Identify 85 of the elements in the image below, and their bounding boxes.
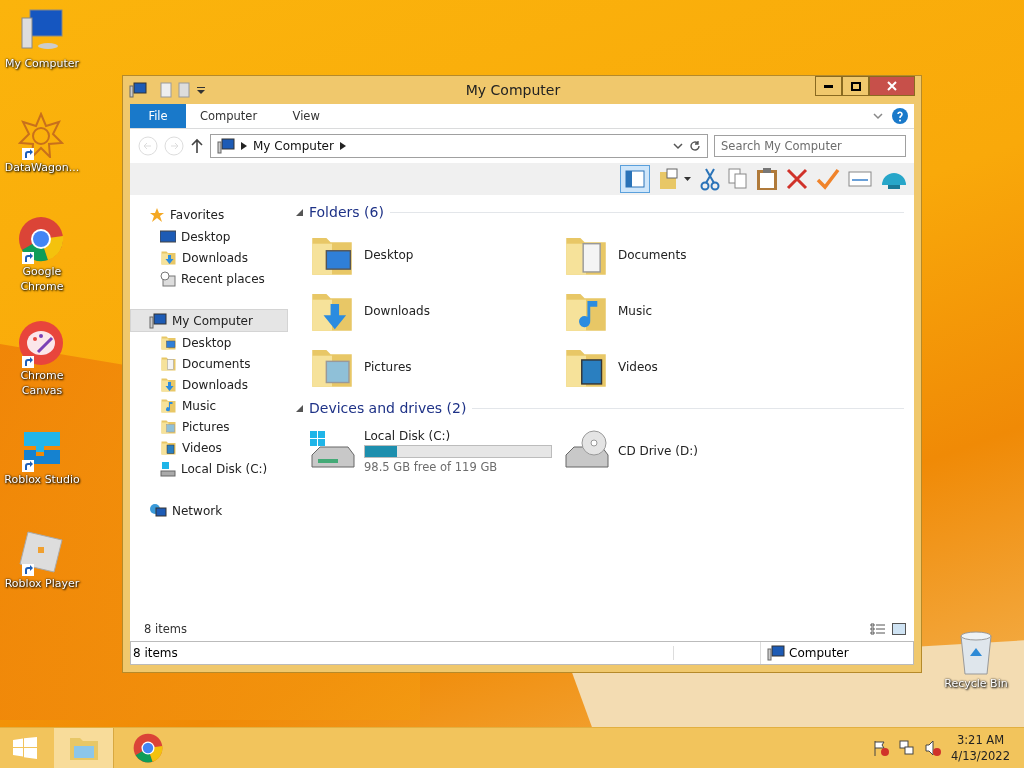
- collapse-arrow-icon[interactable]: [296, 404, 303, 412]
- collapse-arrow-icon[interactable]: [296, 208, 303, 216]
- copy-icon[interactable]: [728, 168, 748, 190]
- nav-item[interactable]: Videos: [130, 437, 288, 458]
- recent-places-icon: [160, 270, 176, 287]
- windows-logo-icon: [13, 737, 37, 759]
- drive-tile[interactable]: CD Drive (D:): [562, 423, 816, 479]
- star-pattern-icon: [18, 112, 64, 158]
- address-bar[interactable]: My Computer: [210, 134, 708, 158]
- nav-item[interactable]: Desktop: [130, 226, 288, 247]
- status-location: Computer: [761, 645, 913, 661]
- computer-icon: [149, 312, 167, 329]
- folder-tile[interactable]: Desktop: [308, 227, 562, 283]
- nav-item[interactable]: Downloads: [130, 247, 288, 268]
- folder-tile[interactable]: Music: [562, 283, 816, 339]
- folder-tile[interactable]: Videos: [562, 339, 816, 395]
- folder-icon: [160, 249, 177, 266]
- refresh-icon[interactable]: [689, 140, 701, 152]
- card-icon[interactable]: [848, 170, 872, 188]
- flag-icon[interactable]: [873, 740, 890, 756]
- preview-pane-icon[interactable]: [620, 165, 650, 193]
- minimize-icon: [824, 84, 833, 88]
- ribbon-tab[interactable]: Computer: [186, 104, 272, 128]
- maximize-button[interactable]: [842, 76, 869, 96]
- nav-item[interactable]: Pictures: [130, 416, 288, 437]
- breadcrumb-arrow-icon: [339, 142, 346, 150]
- computer-icon: [217, 138, 235, 154]
- recycle-bin-icon: [958, 630, 994, 676]
- delete-icon[interactable]: [786, 168, 808, 190]
- clipboard-icon[interactable]: [756, 167, 778, 191]
- chevron-down-icon[interactable]: [673, 142, 683, 150]
- close-icon: [887, 81, 897, 91]
- scissors-icon[interactable]: [700, 167, 720, 191]
- speaker-muted-icon[interactable]: [925, 740, 942, 756]
- close-button[interactable]: [869, 76, 915, 96]
- monitor-icon: [160, 229, 176, 244]
- clock[interactable]: 3:21 AM 4/13/2022: [951, 732, 1010, 764]
- details-view-icon[interactable]: [870, 623, 886, 635]
- large-icons-view-icon[interactable]: [892, 623, 906, 635]
- section-heading: Devices and drives (2): [309, 400, 467, 416]
- search-field[interactable]: Search My Computer: [714, 135, 906, 157]
- roblox-tile-icon: [18, 528, 64, 574]
- folder-tile[interactable]: Documents: [562, 227, 816, 283]
- section-heading: Folders (6): [309, 204, 384, 220]
- nav-item[interactable]: Favorites: [130, 203, 288, 226]
- folder-icon: [160, 418, 177, 435]
- nav-item[interactable]: Downloads: [130, 374, 288, 395]
- star-icon: [149, 206, 165, 223]
- palette-icon: [18, 320, 64, 366]
- minimize-button[interactable]: [815, 76, 842, 96]
- network-icon[interactable]: [899, 740, 916, 756]
- drive-icon: [160, 460, 176, 477]
- folder-icon: [160, 397, 177, 414]
- nav-item[interactable]: Local Disk (C:): [130, 458, 288, 479]
- computer-icon: [767, 645, 785, 661]
- network-icon: [149, 502, 167, 519]
- folder-icon: [160, 334, 177, 351]
- folder-options-icon[interactable]: [658, 168, 692, 190]
- ribbon-tab[interactable]: View: [271, 104, 342, 128]
- status-text: 8 items: [131, 646, 674, 660]
- maximize-icon: [850, 81, 861, 91]
- nav-item[interactable]: Documents: [130, 353, 288, 374]
- help-icon[interactable]: [892, 108, 908, 124]
- computer-icon: [18, 8, 64, 52]
- nav-item[interactable]: Network: [130, 499, 288, 522]
- folder-tile[interactable]: Pictures: [308, 339, 562, 395]
- free-space-text: 98.5 GB free of 119 GB: [364, 459, 499, 474]
- nav-item[interactable]: Desktop: [130, 332, 288, 353]
- breadcrumb-arrow-icon: [241, 142, 247, 150]
- computer-icon: [129, 82, 147, 98]
- folder-icon: [160, 355, 177, 372]
- nav-item[interactable]: My Computer: [130, 309, 288, 332]
- window-title: My Computer: [464, 82, 562, 98]
- checkmark-icon[interactable]: [816, 168, 840, 190]
- item-count: 8 items: [144, 622, 188, 636]
- folder-tile[interactable]: Downloads: [308, 283, 562, 339]
- chrome-icon: [18, 216, 64, 262]
- drive-tile[interactable]: Local Disk (C:) 98.5 GB free of 119 GB: [308, 423, 562, 479]
- folder-icon: [160, 439, 177, 456]
- nav-item[interactable]: Music: [130, 395, 288, 416]
- chrome-icon: [133, 733, 163, 763]
- file-menu-tab[interactable]: File: [130, 104, 186, 128]
- folder-icon: [160, 376, 177, 393]
- up-arrow-icon[interactable]: [190, 138, 204, 154]
- nav-item[interactable]: Recent places: [130, 268, 288, 289]
